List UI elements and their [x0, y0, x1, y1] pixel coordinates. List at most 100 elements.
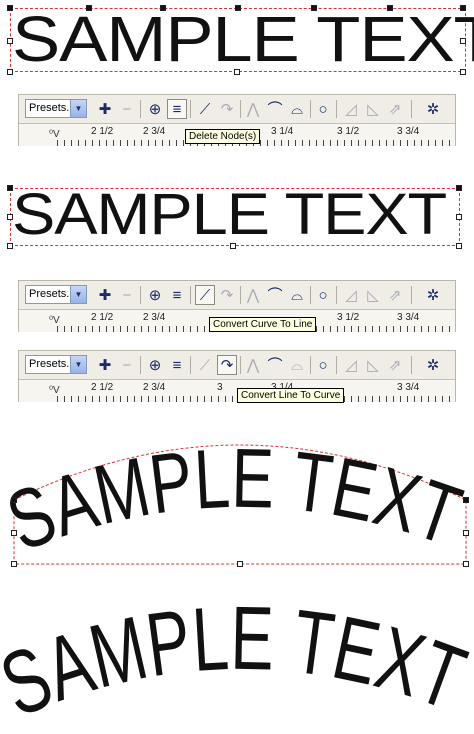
node-handle[interactable] [456, 243, 462, 249]
stretch-nodes-icon[interactable]: ◿ [341, 355, 361, 375]
node-handle[interactable] [7, 69, 13, 75]
break-curve-icon[interactable]: ≡ [167, 285, 187, 305]
options-icon[interactable]: ✲ [423, 285, 443, 305]
sample-text-2[interactable]: SAMPLE TEXT [12, 182, 447, 248]
presets-dropdown[interactable]: Presets.. ▼ [25, 285, 87, 304]
add-node-icon[interactable]: ✚ [95, 285, 115, 305]
node-handle[interactable] [234, 69, 240, 75]
delete-node-icon[interactable]: − [117, 99, 137, 119]
to-line-icon[interactable]: ⟋ [195, 99, 215, 119]
join-nodes-icon[interactable]: ⊕ [145, 99, 165, 119]
chevron-down-icon[interactable]: ▼ [70, 286, 86, 303]
smooth-node-icon[interactable]: ⌒ [265, 285, 285, 305]
sample-text-panel-3[interactable]: SAMPLE TEXT [0, 430, 474, 580]
node-handle[interactable] [11, 497, 17, 503]
sample-text-1[interactable]: SAMPLE TEXT [12, 4, 474, 74]
divider [240, 100, 241, 118]
chevron-down-icon[interactable]: ▼ [70, 100, 86, 117]
options-icon[interactable]: ✲ [423, 355, 443, 375]
presets-dropdown[interactable]: Presets.. ▼ [25, 355, 87, 374]
to-curve-icon[interactable]: ↷ [217, 355, 237, 375]
align-nodes-icon[interactable]: ⇗ [385, 99, 405, 119]
node-handle[interactable] [456, 214, 462, 220]
add-node-icon[interactable]: ✚ [95, 99, 115, 119]
envelope-toolbar-3: Presets.. ▼ ✚ − ⊕ ≡ ⟋ ↷ ⋀ ⌒ ⌓ ○ ◿ ◺ ⇗ ✲ … [18, 350, 456, 403]
options-icon[interactable]: ✲ [423, 99, 443, 119]
node-handle[interactable] [86, 5, 92, 11]
node-handle[interactable] [463, 561, 469, 567]
to-line-icon[interactable]: ⟋ [195, 285, 215, 305]
node-handle[interactable] [460, 69, 466, 75]
break-curve-icon[interactable]: ≡ [167, 355, 187, 375]
divider [310, 286, 311, 304]
node-handle[interactable] [7, 243, 13, 249]
to-line-icon[interactable]: ⟋ [195, 355, 215, 375]
node-handle[interactable] [7, 5, 13, 11]
node-handle[interactable] [311, 5, 317, 11]
node-handle[interactable] [230, 243, 236, 249]
cusp-node-icon[interactable]: ⋀ [243, 355, 263, 375]
sample-text-panel-4[interactable]: SAMPLE TEXT [0, 590, 474, 734]
node-handle[interactable] [387, 5, 393, 11]
to-curve-icon[interactable]: ↷ [217, 285, 237, 305]
envelope-shape: SAMPLE TEXT [0, 431, 472, 569]
rotate-nodes-icon[interactable]: ◺ [363, 355, 383, 375]
node-handle[interactable] [235, 5, 241, 11]
rotate-nodes-icon[interactable]: ◺ [363, 285, 383, 305]
rotate-nodes-icon[interactable]: ◺ [363, 99, 383, 119]
sample-text-4-arched[interactable]: SAMPLE TEXT [0, 590, 474, 734]
arched-text-final: SAMPLE TEXT [0, 590, 474, 734]
node-handle[interactable] [460, 38, 466, 44]
add-node-icon[interactable]: ✚ [95, 355, 115, 375]
stretch-nodes-icon[interactable]: ◿ [341, 285, 361, 305]
divider [336, 286, 337, 304]
to-curve-icon[interactable]: ↷ [217, 99, 237, 119]
divider [411, 356, 412, 374]
node-handle[interactable] [460, 5, 466, 11]
node-handle[interactable] [463, 497, 469, 503]
sample-text-panel-1[interactable]: SAMPLE TEXT [0, 0, 474, 78]
align-nodes-icon[interactable]: ⇗ [385, 355, 405, 375]
divider [140, 286, 141, 304]
close-curve-icon[interactable]: ○ [313, 99, 333, 119]
ruler-label: 2 3/4 [143, 382, 166, 393]
node-handle[interactable] [7, 214, 13, 220]
presets-label: Presets.. [29, 288, 73, 300]
chevron-down-icon[interactable]: ▼ [70, 356, 86, 373]
tooltip-convert-line-to-curve: Convert Line To Curve [237, 388, 345, 403]
join-nodes-icon[interactable]: ⊕ [145, 355, 165, 375]
sample-text-3-arched[interactable]: SAMPLE TEXT [0, 431, 472, 569]
smooth-node-icon[interactable]: ⌒ [265, 99, 285, 119]
close-curve-icon[interactable]: ○ [313, 285, 333, 305]
delete-node-icon[interactable]: − [117, 285, 137, 305]
cusp-node-icon[interactable]: ⋀ [243, 285, 263, 305]
divider [190, 356, 191, 374]
symmetric-node-icon[interactable]: ⌓ [287, 285, 307, 305]
smooth-node-icon[interactable]: ⌒ [265, 355, 285, 375]
ruler-corner: ⁰V [49, 385, 60, 396]
node-handle[interactable] [11, 561, 17, 567]
tooltip-delete-nodes: Delete Node(s) [185, 129, 261, 144]
ruler-label: 3 1/2 [337, 126, 360, 137]
sample-text-panel-2[interactable]: SAMPLE TEXT [0, 180, 474, 252]
cusp-node-icon[interactable]: ⋀ [243, 99, 263, 119]
close-curve-icon[interactable]: ○ [313, 355, 333, 375]
align-nodes-icon[interactable]: ⇗ [385, 285, 405, 305]
node-handle[interactable] [160, 5, 166, 11]
join-nodes-icon[interactable]: ⊕ [145, 285, 165, 305]
divider [190, 286, 191, 304]
symmetric-node-icon[interactable]: ⌓ [287, 355, 307, 375]
ruler-label: 2 3/4 [143, 312, 166, 323]
node-handle[interactable] [237, 561, 243, 567]
node-handle[interactable] [456, 185, 462, 191]
node-handle[interactable] [11, 530, 17, 536]
break-curve-icon[interactable]: ≡ [167, 99, 187, 119]
presets-dropdown[interactable]: Presets.. ▼ [25, 99, 87, 118]
node-handle[interactable] [7, 38, 13, 44]
symmetric-node-icon[interactable]: ⌓ [287, 99, 307, 119]
node-handle[interactable] [463, 530, 469, 536]
node-handle[interactable] [7, 185, 13, 191]
divider [411, 286, 412, 304]
delete-node-icon[interactable]: − [117, 355, 137, 375]
stretch-nodes-icon[interactable]: ◿ [341, 99, 361, 119]
